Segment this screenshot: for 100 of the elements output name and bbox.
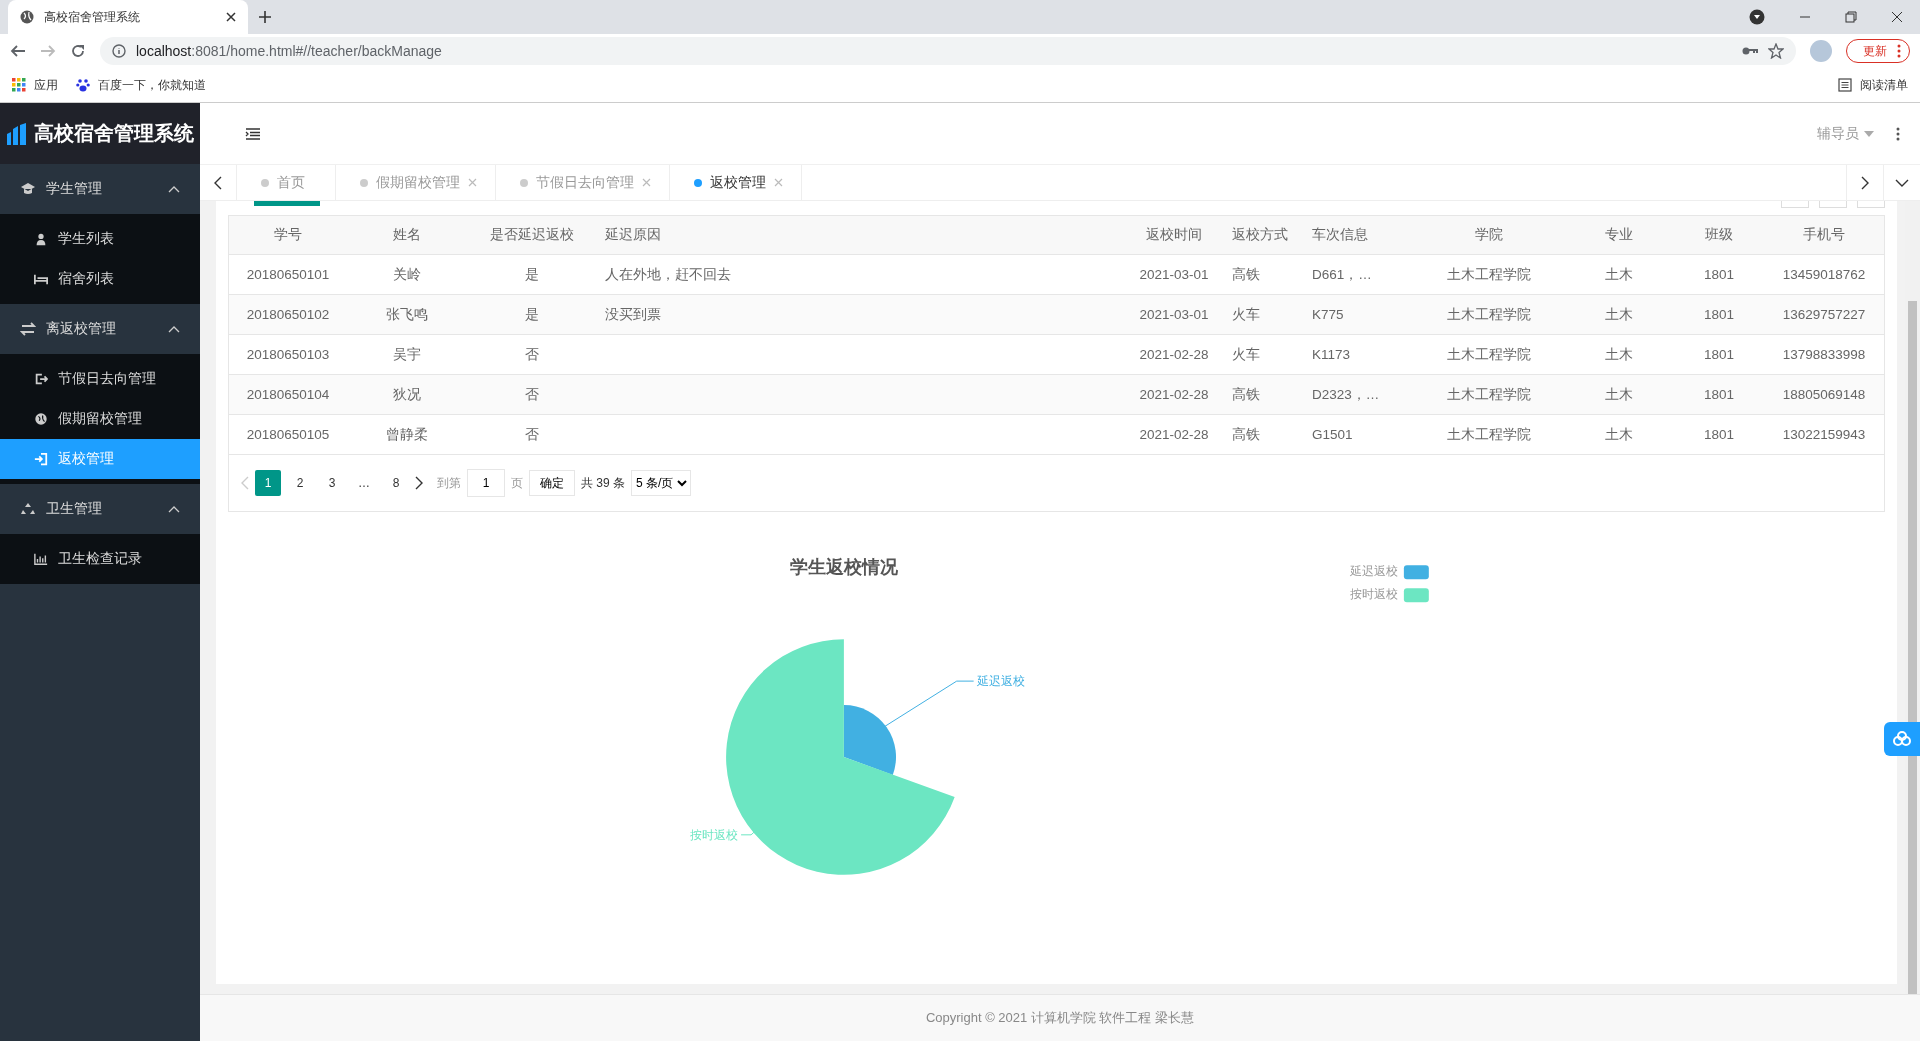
footer-text: Copyright © 2021 计算机学院 软件工程 梁长慧 [200,994,1920,1041]
slice-label: 延迟返校 [976,674,1025,689]
table-cell-text: 土木工程学院 [1446,385,1532,404]
page-button[interactable]: 1 [255,470,281,496]
item-icon [34,232,48,246]
table-cell-text: K775 [1311,307,1345,322]
plus-icon[interactable] [258,10,272,24]
sidebar-item[interactable]: 宿舍列表 [0,259,200,299]
key-icon[interactable] [1742,46,1758,56]
column-header: 学号 [273,226,303,244]
info-icon [112,44,126,58]
dropdown-icon[interactable] [1749,9,1765,25]
table-cell-text: 1801 [1702,387,1735,402]
sidebar-group[interactable]: 学生管理 [0,164,200,214]
table-cell-text: 土木 [1604,305,1634,324]
back-icon[interactable] [10,43,26,59]
sidebar-group[interactable]: 卫生管理 [0,484,200,534]
page-button[interactable]: 3 [319,470,345,496]
globe-icon [20,10,34,24]
menu-icon[interactable] [245,127,261,140]
table-cell-text: 2021-03-01 [1138,307,1210,322]
table-cell-text: 13459018762 [1781,267,1867,282]
restore-icon[interactable] [1845,11,1857,23]
scrollbar-thumb[interactable] [1908,301,1917,994]
table-cell-text: 土木工程学院 [1446,265,1532,284]
group-icon [20,181,36,197]
page-button[interactable]: 2 [287,470,313,496]
table-cell-text: 2021-02-28 [1138,347,1210,362]
goto-label: 到第 [437,474,461,492]
column-header: 返校时间 [1145,226,1203,244]
sidebar-item[interactable]: 节假日去向管理 [0,359,200,399]
reload-icon[interactable] [70,43,86,59]
column-header: 手机号 [1802,226,1846,244]
bookmark-link[interactable]: 百度一下，你就知道 [98,76,206,94]
column-header: 延迟原因 [604,226,662,244]
table-cell-text: 张飞鸣 [385,305,429,324]
table-cell-text: 2021-02-28 [1138,387,1210,402]
page-button[interactable]: 8 [383,470,409,496]
chart-title: 学生返校情况 [789,557,898,578]
chevron-down-icon[interactable] [1895,178,1909,187]
table-cell-text: 20180650104 [245,387,331,402]
table-cell-text: 否 [524,425,540,444]
table-cell-text: 吴宇 [392,345,422,364]
column-header: 专业 [1604,226,1634,244]
page-input[interactable]: 1 [467,469,505,497]
table-cell-text: 高铁 [1231,385,1261,404]
item-icon [34,452,48,466]
reading-list-link[interactable]: 阅读清单 [1860,76,1908,94]
table-cell-text: 1801 [1702,347,1735,362]
legend-label: 按时返校 [1349,587,1398,602]
more-icon[interactable] [1896,126,1900,141]
table-cell-text: K1173 [1311,347,1352,362]
chevron-right-icon[interactable] [1861,175,1869,190]
sidebar-group[interactable]: 离返校管理 [0,304,200,354]
paw-icon [76,78,90,92]
column-header: 姓名 [392,226,422,244]
table-cell-text: 关岭 [392,265,422,284]
page-tab[interactable]: 返校管理 [670,165,802,200]
close-icon[interactable] [1891,11,1903,23]
address-bar[interactable]: localhost:8081/home.html#//teacher/backManage [100,37,1796,65]
floating-button[interactable] [1884,722,1920,756]
status-dot [520,178,528,187]
table-cell-text: 20180650103 [245,347,331,362]
chevron-right-icon[interactable] [415,476,423,490]
sidebar-item[interactable]: 学生列表 [0,219,200,259]
slice-label: 按时返校 [690,827,739,842]
table-cell-text: 土木 [1604,385,1634,404]
close-icon[interactable] [226,12,236,22]
item-icon [34,372,48,386]
confirm-button[interactable]: 确定 [529,470,575,496]
table-cell-text: 1801 [1702,427,1735,442]
table-cell-text: 是 [524,305,540,324]
page-size-select[interactable]: 5 条/页 [631,470,691,496]
table-cell-text: 2021-02-28 [1138,427,1210,442]
table-cell-text: 1801 [1702,267,1735,282]
list-icon [1838,78,1852,92]
sidebar-item[interactable]: 假期留校管理 [0,399,200,439]
page-button[interactable]: … [351,470,377,496]
apps-grid-icon [12,78,26,92]
chevron-left-icon[interactable] [214,175,222,190]
table-cell-text: D661，… [1311,265,1373,284]
browser-tab[interactable]: 高校宿舍管理系统 [8,0,248,34]
tab-title: 高校宿舍管理系统 [44,8,141,26]
table-cell-text: 1801 [1702,307,1735,322]
table-cell-text: 20180650105 [245,427,331,442]
bookmark-link[interactable]: 应用 [34,76,58,94]
table-cell-text: 20180650102 [245,307,331,322]
update-button[interactable]: 更新 [1846,39,1910,63]
table-cell-text: 13798833998 [1781,347,1867,362]
status-dot [360,178,368,187]
caret-icon [1864,130,1874,137]
star-icon[interactable] [1768,43,1784,59]
table-cell-text: 土木 [1604,265,1634,284]
column-header: 车次信息 [1311,226,1369,244]
table-cell-text: 火车 [1231,345,1261,364]
table-cell-text: 2021-03-01 [1138,267,1210,282]
table-cell-text: 否 [524,345,540,364]
item-icon [34,272,48,286]
table-cell-text: 高铁 [1231,425,1261,444]
total-count: 共 39 条 [581,474,625,492]
